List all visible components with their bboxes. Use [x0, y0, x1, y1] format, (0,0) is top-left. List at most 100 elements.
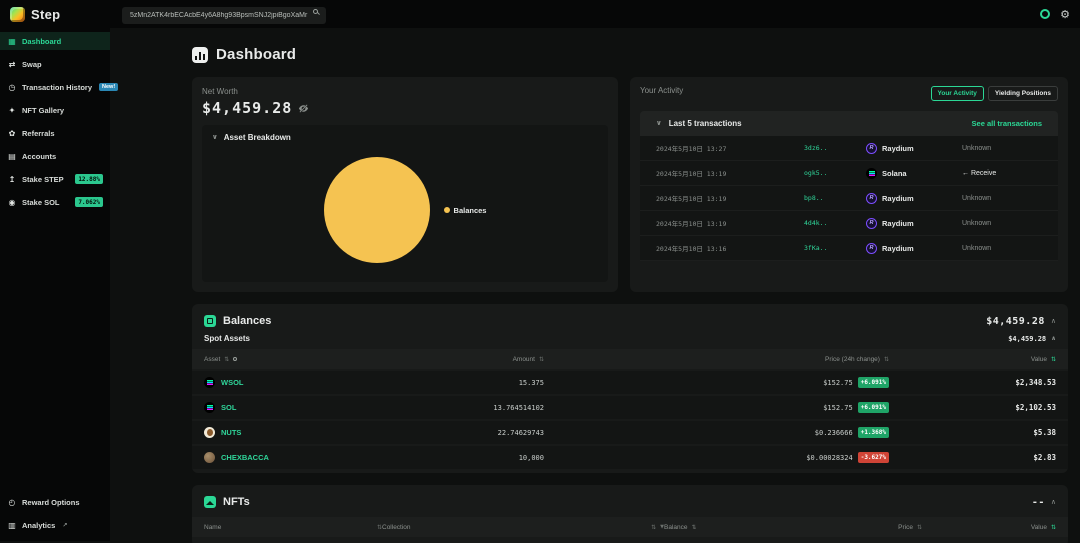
column-balance[interactable]: Balance ⇅	[664, 524, 772, 531]
transaction-protocol: Raydium	[866, 218, 962, 229]
asset-price: $152.75	[823, 404, 853, 412]
transaction-row: 2024年5月10日 13:16 3fKa.. Raydium Unknown	[640, 236, 1058, 261]
balances-pie-slice[interactable]	[324, 157, 430, 263]
transaction-action: Unknown	[962, 145, 1042, 152]
sort-icon: ⇅	[1051, 356, 1056, 363]
sidebar-item-nft-gallery[interactable]: ✦ NFT Gallery	[0, 101, 110, 119]
balances-total: $4,459.28	[986, 316, 1045, 327]
topbar: Step ⚙	[0, 0, 1080, 28]
column-value[interactable]: Value ⇅	[889, 356, 1056, 363]
sort-icon: ⇅	[692, 524, 697, 531]
sidebar-item-label: Reward Options	[22, 498, 80, 507]
asset-amount: 22.74629743	[374, 429, 544, 437]
transaction-hash-link[interactable]: 3dz6..	[804, 144, 866, 152]
settings-gear-icon[interactable]: ⚙	[1060, 9, 1070, 20]
nfts-table-header: Name ⇅ Collection ⇅ ▼ Balance ⇅ Price	[192, 517, 1068, 537]
sidebar-item-referrals[interactable]: ✿ Referrals	[0, 124, 110, 142]
see-all-transactions-link[interactable]: See all transactions	[972, 119, 1042, 128]
transaction-hash-link[interactable]: 4d4k..	[804, 219, 866, 227]
last-transactions-toggle[interactable]: ∨ Last 5 transactions	[656, 119, 742, 128]
transaction-hash-link[interactable]: 3fKa..	[804, 244, 866, 252]
protocol-name: Solana	[882, 169, 907, 178]
transaction-hash-link[interactable]: bp8..	[804, 194, 866, 202]
raydium-icon	[866, 243, 877, 254]
raydium-icon	[866, 193, 877, 204]
transaction-protocol: Raydium	[866, 243, 962, 254]
sidebar-item-stake-step[interactable]: ↥ Stake STEP 12.88%	[0, 170, 110, 188]
sidebar-item-label: Dashboard	[22, 37, 61, 46]
sidebar-item-swap[interactable]: ⇄ Swap	[0, 55, 110, 73]
column-label: Price	[898, 524, 913, 531]
asset-row-chexbacca: CHEXBACCA 10,000 $0.00028324 -3.627% $2.…	[192, 446, 1068, 469]
raydium-icon	[866, 218, 877, 229]
your-activity-label: Your Activity	[640, 86, 683, 95]
balances-table-header: Asset ⇅ Amount ⇅ Price (24h change) ⇅ Va…	[192, 349, 1068, 369]
protocol-name: Raydium	[882, 244, 914, 253]
balances-title: Balances	[223, 315, 271, 327]
chevron-up-icon[interactable]: ∧	[1051, 336, 1056, 342]
nfts-title: NFTs	[223, 496, 250, 508]
column-name[interactable]: Name ⇅	[204, 524, 382, 531]
asset-value: $2,102.53	[889, 403, 1056, 412]
column-collection[interactable]: Collection ⇅ ▼	[382, 524, 664, 531]
column-amount[interactable]: Amount ⇅	[374, 356, 544, 363]
transaction-action: Unknown	[962, 220, 1042, 227]
legend-label: Balances	[454, 206, 487, 215]
brand[interactable]: Step	[10, 7, 110, 22]
sidebar-item-accounts[interactable]: ▤ Accounts	[0, 147, 110, 165]
loading-ring-icon[interactable]	[1040, 9, 1050, 19]
tab-yielding-positions[interactable]: Yielding Positions	[988, 86, 1058, 101]
protocol-name: Raydium	[882, 144, 914, 153]
transaction-protocol: Raydium	[866, 143, 962, 154]
column-price[interactable]: Price (24h change) ⇅	[544, 356, 889, 363]
transaction-action: Unknown	[962, 195, 1042, 202]
sidebar-item-dashboard[interactable]: ▦ Dashboard	[0, 32, 110, 50]
wsol-token-icon	[204, 377, 215, 388]
asset-breakdown-header[interactable]: ∨ Asset Breakdown	[202, 125, 608, 146]
sidebar-item-analytics[interactable]: ▥ Analytics ↗	[0, 516, 110, 534]
apy-badge: 12.88%	[75, 174, 103, 184]
sidebar-item-transaction-history[interactable]: ◷ Transaction History New!	[0, 78, 110, 96]
asset-filter-search-icon[interactable]	[233, 357, 237, 361]
transactions-card: ∨ Last 5 transactions See all transactio…	[640, 111, 1058, 283]
chevron-up-icon[interactable]: ∧	[1051, 318, 1056, 325]
column-label: Name	[204, 524, 221, 531]
column-label: Amount	[513, 356, 535, 363]
asset-name-link[interactable]: CHEXBACCA	[221, 453, 269, 462]
wallet-search-input[interactable]	[122, 7, 326, 24]
sidebar-item-label: NFT Gallery	[22, 106, 64, 115]
column-value[interactable]: Value ⇅	[922, 524, 1056, 531]
sidebar-bottom-nav: ◴ Reward Options ▥ Analytics ↗	[0, 493, 110, 539]
protocol-name: Raydium	[882, 219, 914, 228]
asset-name-link[interactable]: NUTS	[221, 428, 241, 437]
wallet-search	[122, 4, 326, 24]
search-icon	[313, 9, 318, 14]
hide-balance-eye-icon[interactable]	[298, 103, 309, 114]
external-link-icon: ↗	[62, 522, 67, 529]
asset-name-link[interactable]: SOL	[221, 403, 236, 412]
chevron-down-icon: ∨	[212, 134, 218, 141]
nfts-total: --	[1032, 497, 1045, 508]
transaction-hash-link[interactable]: ogk5..	[804, 169, 866, 177]
apy-badge: 7.062%	[75, 197, 103, 207]
main-content: Dashboard Net Worth $4,459.28	[110, 28, 1080, 541]
sidebar-item-label: Swap	[22, 60, 42, 69]
chevron-up-icon[interactable]: ∧	[1051, 499, 1056, 506]
sidebar-item-stake-sol[interactable]: ◉ Stake SOL 7.062%	[0, 193, 110, 211]
asset-row-wsol: WSOL 15.375 $152.75 +6.091% $2,348.53	[192, 371, 1068, 394]
page-title: Dashboard	[216, 46, 296, 63]
referrals-icon: ✿	[7, 129, 17, 138]
pie-chart-area: Balances	[202, 146, 608, 282]
transaction-date: 2024年5月10日 13:27	[656, 143, 804, 153]
protocol-name: Raydium	[882, 194, 914, 203]
column-price[interactable]: Price ⇅	[772, 524, 922, 531]
asset-name-link[interactable]: WSOL	[221, 378, 244, 387]
stake-sol-icon: ◉	[7, 198, 17, 207]
sol-token-icon	[204, 402, 215, 413]
asset-price: $0.00028324	[806, 454, 852, 462]
column-label: Asset	[204, 356, 220, 363]
sidebar-item-reward-options[interactable]: ◴ Reward Options	[0, 493, 110, 511]
column-asset[interactable]: Asset ⇅	[204, 356, 374, 363]
tab-your-activity[interactable]: Your Activity	[931, 86, 984, 101]
pie-legend-balances[interactable]: Balances	[444, 206, 487, 215]
